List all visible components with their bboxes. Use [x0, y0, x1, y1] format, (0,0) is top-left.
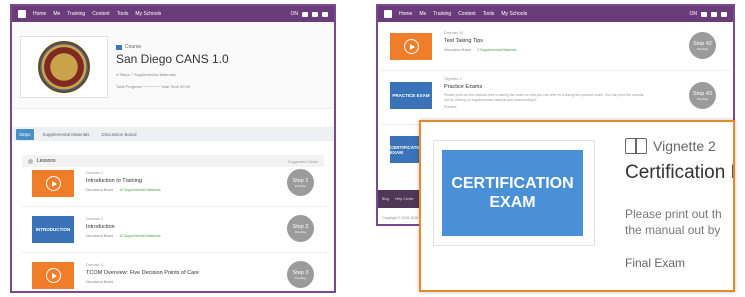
chat-icon[interactable] [721, 11, 727, 17]
tab-steps[interactable]: Steps [16, 128, 34, 140]
footer-link-blog[interactable]: Blog [382, 197, 389, 201]
course-meta: 4 Steps 7 Supplemental Materials [116, 72, 176, 77]
nav-home[interactable]: Home [33, 11, 46, 17]
course-progress: Total Progress ────── Total Time 00:00 [116, 84, 191, 89]
list-item[interactable]: PRACTICE EXAM Vignette 1 Practice Exams … [380, 72, 730, 125]
copyright-text: Copyright © 2015-2016 [382, 216, 419, 220]
nav-content[interactable]: Content [458, 11, 476, 17]
lesson-thumbnail-frame: CERTIFICATION EXAM [433, 140, 595, 246]
lesson-title[interactable]: Introduction [86, 224, 276, 230]
play-icon [403, 39, 419, 54]
lesson-thumbnail[interactable] [32, 262, 74, 289]
description-line-2: the manual out by [625, 223, 721, 237]
tab-supplemental-materials[interactable]: Supplemental Materials [40, 129, 93, 140]
course-title: San Diego CANS 1.0 [116, 52, 229, 66]
book-icon [625, 138, 647, 154]
nav-me[interactable]: Me [53, 11, 60, 17]
lesson-domain: Domain 3 [86, 262, 104, 267]
lesson-description: Please print out the manual prior to tak… [444, 93, 644, 102]
top-nav-bar: Home Me Training Content Tools My School… [378, 6, 733, 22]
nav-my-schools[interactable]: My Schools [135, 11, 161, 17]
step-badge: Step 3 Pending [287, 261, 314, 288]
nav-tools[interactable]: Tools [117, 11, 129, 17]
course-page-screenshot: Home Me Training Content Tools My School… [10, 4, 336, 293]
list-item[interactable]: Domain 1 Introduction to Training Discus… [22, 162, 328, 207]
nav-tools[interactable]: Tools [483, 11, 495, 17]
top-nav-bar: Home Me Training Content Tools My School… [12, 6, 334, 22]
chat-icon[interactable] [322, 11, 328, 17]
mail-icon[interactable] [711, 11, 717, 17]
lesson-domain: Domain 2 [86, 216, 104, 221]
lesson-type: Practice [444, 105, 457, 109]
nav-training[interactable]: Training [433, 11, 451, 17]
step-badge: Step 1 Pending [287, 169, 314, 196]
tab-discussion-board[interactable]: Discussion Board [99, 129, 140, 140]
nav-home[interactable]: Home [399, 11, 412, 17]
step-status: Pending [696, 96, 708, 101]
play-icon [45, 176, 61, 191]
step-badge: Step 42 Pending [689, 32, 716, 59]
lesson-thumbnail[interactable] [390, 33, 432, 60]
list-item[interactable]: Domain 3 TCOM Overview: Five Decision Po… [22, 254, 328, 291]
course-image [20, 36, 108, 98]
nav-training[interactable]: Training [67, 11, 85, 17]
lesson-title[interactable]: Introduction to Training [86, 178, 276, 184]
step-status: Pending [294, 229, 306, 234]
lesson-title[interactable]: TCOM Overview: Five Decision Points of C… [86, 270, 276, 276]
nav-my-schools[interactable]: My Schools [501, 11, 527, 17]
lesson-title[interactable]: Test Taking Tips [444, 38, 634, 44]
discussion-board-link[interactable]: Discussion Board [86, 188, 113, 192]
step-status: Pending [696, 46, 708, 51]
lesson-thumbnail[interactable]: PRACTICE EXAM [390, 82, 432, 109]
lesson-title[interactable]: Practice Exams [444, 84, 644, 90]
lesson-domain: Vignette 1 [444, 76, 462, 81]
lesson-title[interactable]: Certification E [625, 162, 733, 184]
course-type-label: Course [125, 44, 142, 50]
vignette-label: Vignette 2 [625, 138, 716, 154]
play-icon [45, 268, 61, 283]
users-icon[interactable] [302, 11, 308, 17]
discussion-board-link[interactable]: Discussion Board [86, 280, 113, 284]
nav-content[interactable]: Content [92, 11, 110, 17]
step-status: Pending [294, 183, 306, 188]
list-item[interactable]: INTRODUCTION Domain 2 Introduction Discu… [22, 208, 328, 253]
lesson-domain: Domain 1 [86, 170, 104, 175]
users-icon[interactable] [701, 11, 707, 17]
logo-icon [384, 10, 392, 18]
lesson-description: Please print out th the manual out by [625, 206, 722, 238]
lesson-thumbnail[interactable] [32, 170, 74, 197]
nav-me[interactable]: Me [419, 11, 426, 17]
supplemental-materials-link[interactable]: 2 Supplemental Materials [477, 48, 517, 52]
footer-link-help-center[interactable]: Help Center [395, 197, 414, 201]
vignette-label-text: Vignette 2 [653, 138, 716, 154]
logo-icon [18, 10, 26, 18]
course-tabs: Steps Supplemental Materials Discussion … [12, 127, 334, 141]
lesson-domain: Domain 10 [444, 30, 464, 35]
supplemental-materials-link[interactable]: 10 Supplemental Materials [119, 188, 160, 192]
step-badge: Step 43 Pending [689, 82, 716, 109]
certification-exam-zoom-callout: CERTIFICATION EXAM Vignette 2 Certificat… [419, 120, 735, 292]
county-seal-logo [38, 41, 90, 93]
description-line-1: Please print out th [625, 207, 722, 221]
status-label: ON [689, 11, 698, 17]
discussion-board-link[interactable]: Discussion Board [444, 48, 471, 52]
status-label: ON [290, 11, 299, 17]
course-icon [116, 44, 122, 50]
mail-icon[interactable] [312, 11, 318, 17]
list-item[interactable]: Domain 10 Test Taking Tips Discussion Bo… [380, 24, 730, 71]
lesson-type: Final Exam [625, 256, 686, 270]
supplemental-materials-link[interactable]: 12 Supplemental Materials [119, 234, 160, 238]
step-status: Pending [294, 275, 306, 280]
course-type: Course [116, 44, 141, 50]
certification-exam-thumbnail[interactable]: CERTIFICATION EXAM [442, 150, 583, 236]
discussion-board-link[interactable]: Discussion Board [86, 234, 113, 238]
step-badge: Step 2 Pending [287, 215, 314, 242]
course-header: Course San Diego CANS 1.0 4 Steps 7 Supp… [12, 22, 334, 109]
lesson-thumbnail[interactable]: INTRODUCTION [32, 216, 74, 243]
